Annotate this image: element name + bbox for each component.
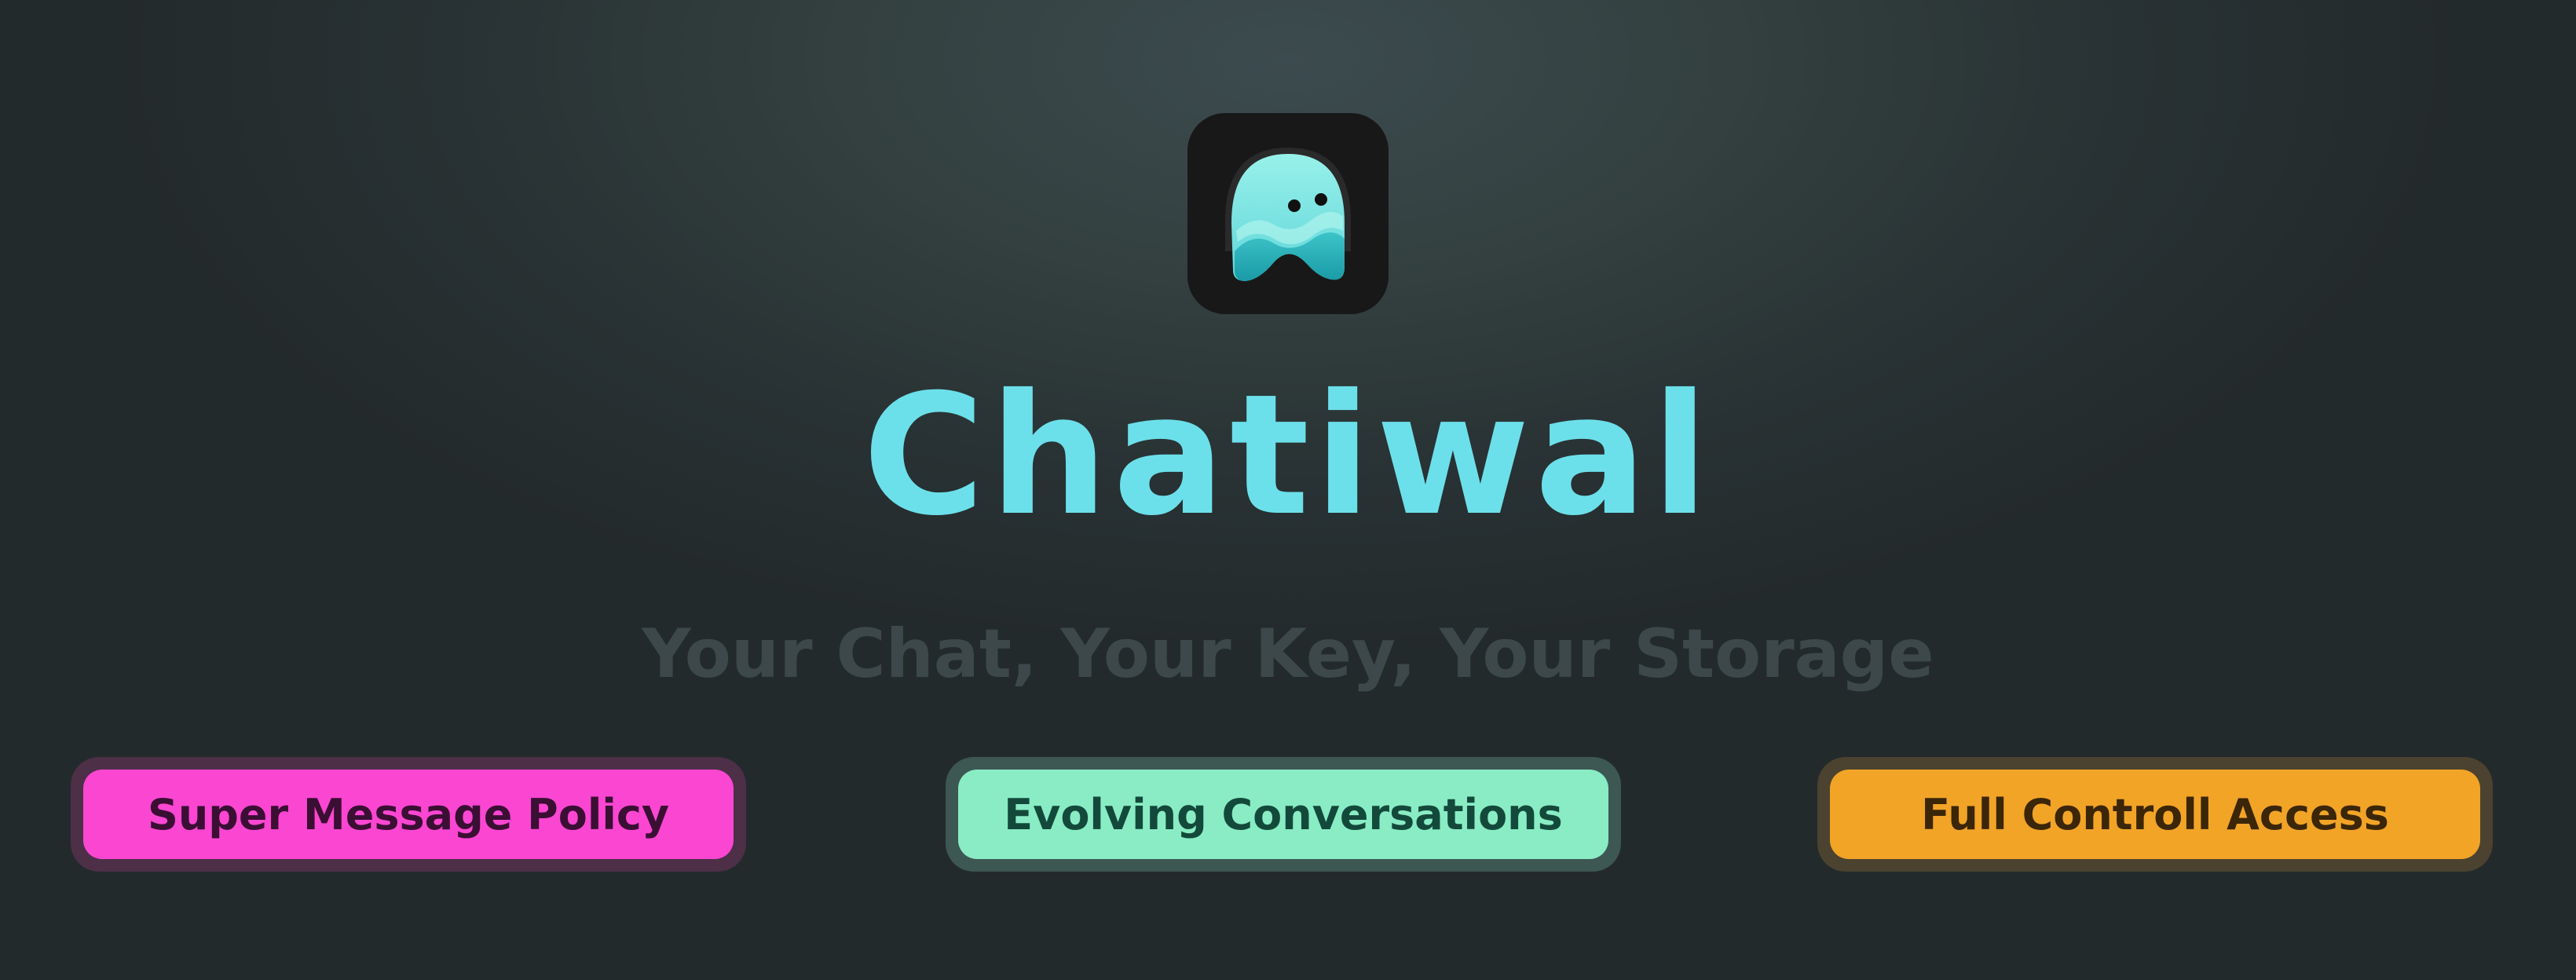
feature-label: Evolving Conversations (958, 770, 1608, 859)
feature-badge-full-control-access[interactable]: Full Controll Access (1817, 757, 2493, 872)
app-title: Chatiwal (862, 358, 1714, 552)
feature-badge-message-policy[interactable]: Super Message Policy (71, 757, 746, 872)
app-logo (1187, 113, 1389, 314)
ghost-chat-icon (1225, 148, 1351, 281)
app-tagline: Your Chat, Your Key, Your Storage (642, 615, 1934, 693)
feature-badge-evolving-conversations[interactable]: Evolving Conversations (946, 757, 1621, 872)
feature-label: Super Message Policy (83, 770, 734, 859)
feature-label: Full Controll Access (1830, 770, 2480, 859)
